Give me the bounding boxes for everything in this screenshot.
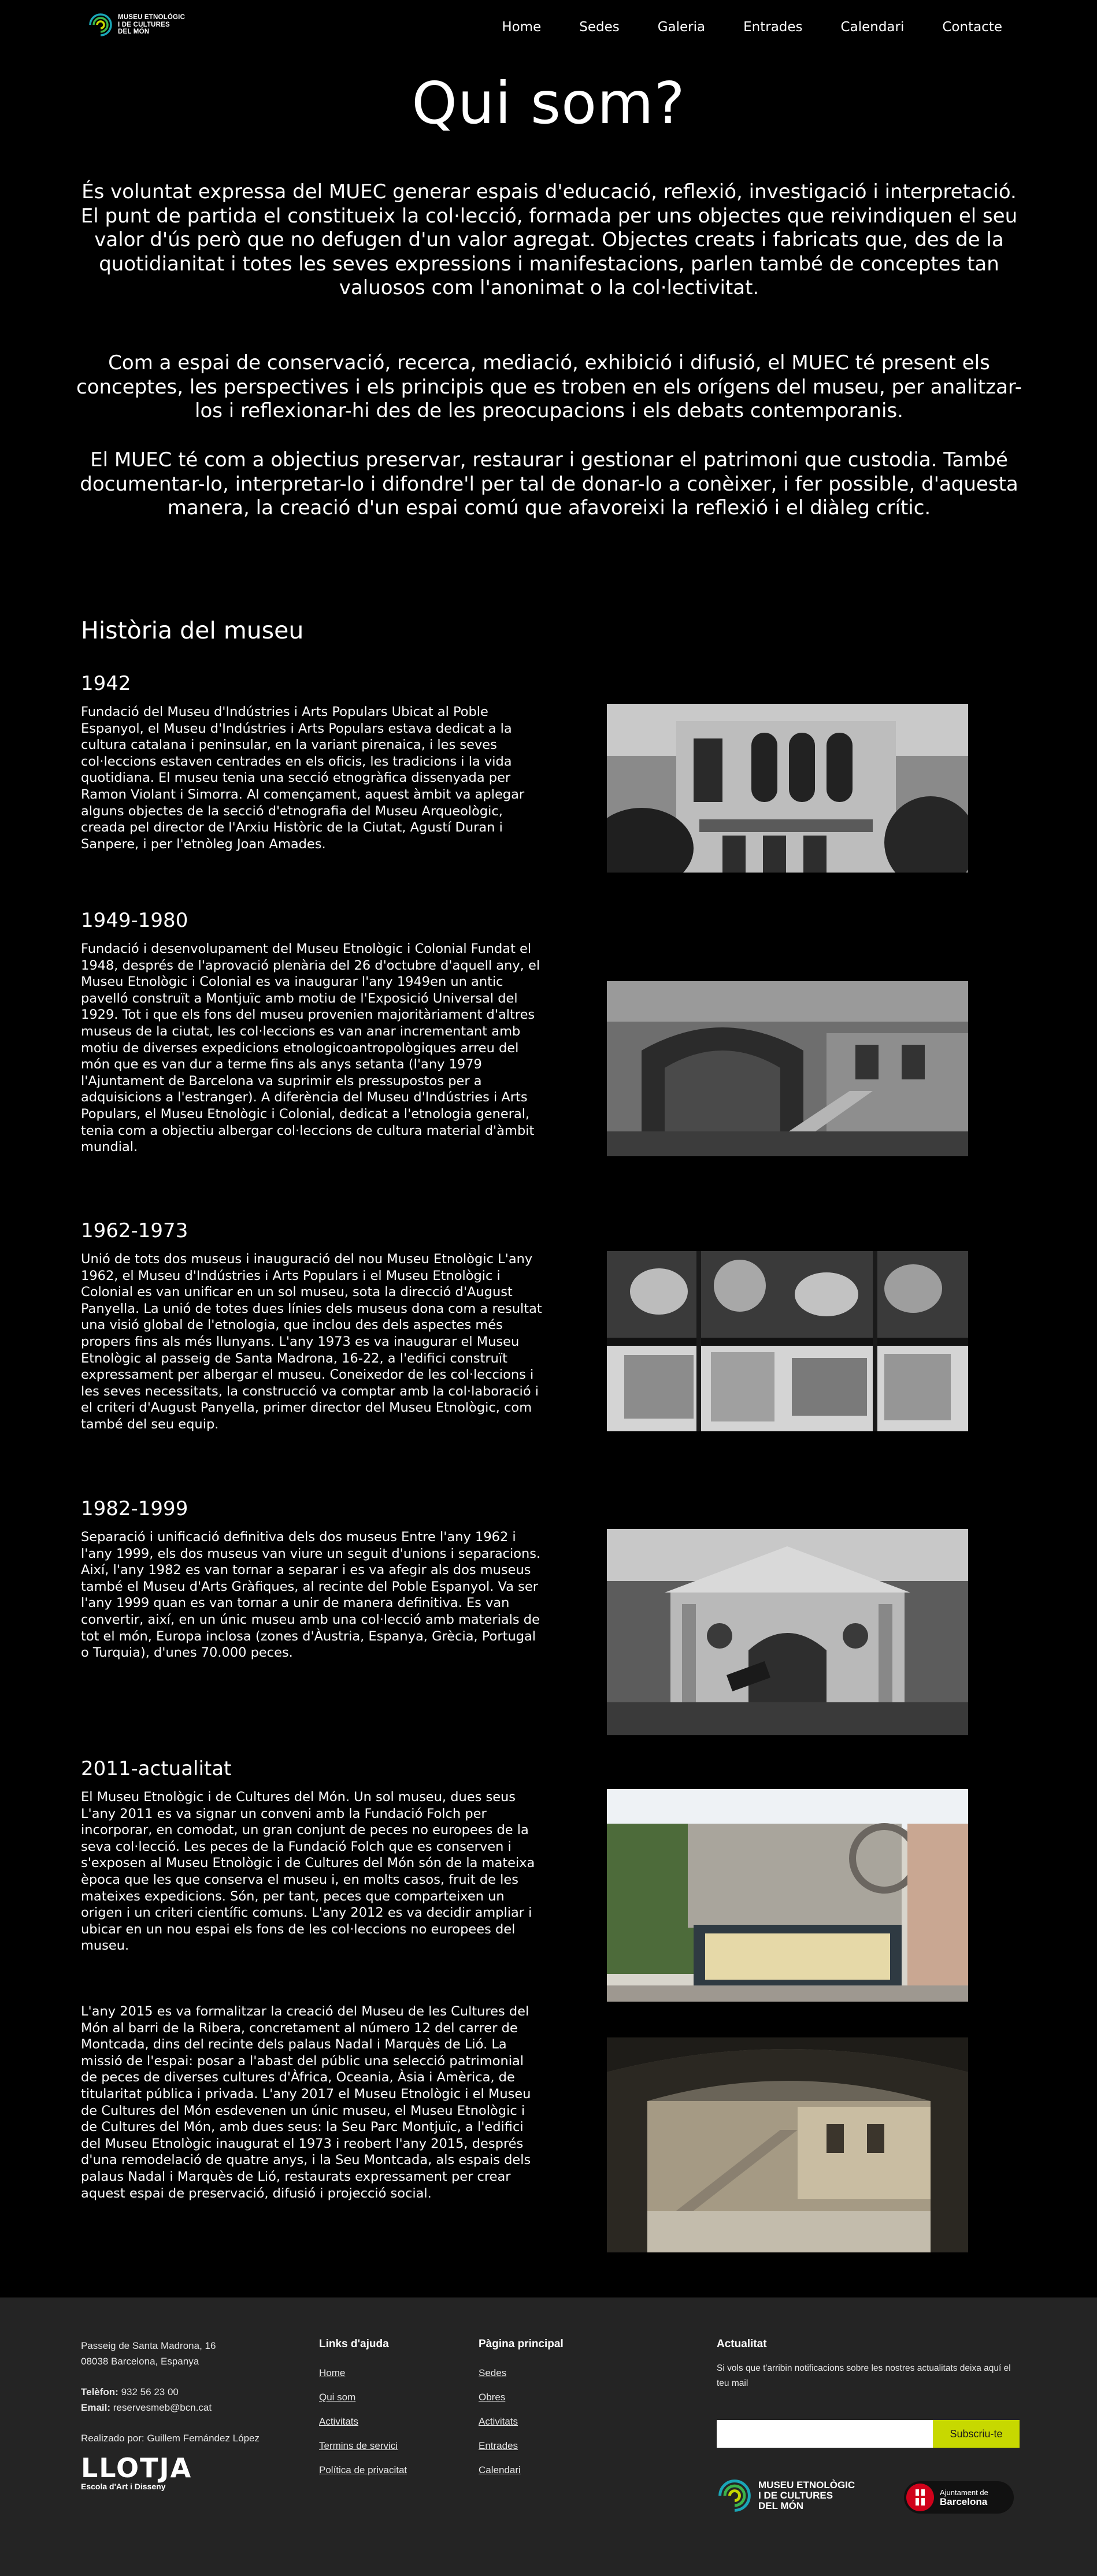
- city-logo-line: Barcelona: [940, 2496, 988, 2507]
- footer-link-qui-som[interactable]: Qui som: [319, 2385, 407, 2410]
- nav-calendari[interactable]: Calendari: [841, 19, 905, 35]
- era-title: 1982-1999: [81, 1497, 188, 1520]
- phone-number[interactable]: 932 56 23 00: [121, 2386, 179, 2397]
- era-text: Fundació del Museu d'Indústries i Arts P…: [81, 704, 525, 852]
- footer-link-activitats[interactable]: Activitats: [319, 2410, 407, 2434]
- footer-link-privacitat[interactable]: Política de privacitat: [319, 2458, 407, 2482]
- era-title: 1949-1980: [81, 909, 188, 932]
- page-title: Qui som?: [412, 69, 685, 137]
- intro-paragraph: Com a espai de conservació, recerca, med…: [76, 351, 1022, 422]
- era-title: 1962-1973: [81, 1219, 188, 1242]
- footer-link-home[interactable]: Home: [319, 2361, 407, 2385]
- news-heading: Actualitat: [717, 2338, 767, 2350]
- museum-1949-photo: [607, 981, 968, 1156]
- subscribe-form: Subscriu-te: [717, 2420, 1020, 2448]
- era-text: L'any 2015 es va formalitzar la creació …: [81, 2004, 531, 2201]
- footer-link-sedes[interactable]: Sedes: [479, 2361, 564, 2385]
- footer-help-links: Links d'ajuda Home Qui som Activitats Te…: [319, 2338, 407, 2482]
- footer-museum-logo-text: MUSEU ETNOLÒGIC I DE CULTURES DEL MÓN: [758, 2480, 855, 2511]
- llotja-logo[interactable]: LLOTJA Escola d'Art i Disseny: [81, 2454, 289, 2491]
- museum-montcada-photo: [607, 2037, 968, 2252]
- era-text: Fundació i desenvolupament del Museu Etn…: [81, 941, 540, 1155]
- museum-1982-photo: [607, 1529, 968, 1735]
- footer-link-activitats-main[interactable]: Activitats: [479, 2410, 564, 2434]
- era-text: Separació i unificació definitiva dels d…: [81, 1530, 541, 1661]
- museum-logo-icon: [718, 2480, 751, 2512]
- footer-link-obres[interactable]: Obres: [479, 2385, 564, 2410]
- main-heading: Pàgina principal: [479, 2338, 564, 2350]
- nav-sedes[interactable]: Sedes: [579, 19, 619, 35]
- help-heading: Links d'ajuda: [319, 2338, 389, 2350]
- era-text: El Museu Etnològic i de Cultures del Món…: [81, 1790, 535, 1954]
- phone-label: Telèfon:: [81, 2386, 118, 2397]
- logo-line: DEL MÓN: [758, 2500, 804, 2511]
- museum-1962-photo: [607, 1251, 968, 1431]
- ajuntament-logo[interactable]: Ajuntament de Barcelona: [904, 2481, 1014, 2514]
- footer-newsletter: Actualitat Si vols que t'arribin notific…: [717, 2338, 1020, 2391]
- footer-contact: Passeig de Santa Madrona, 16 08038 Barce…: [81, 2338, 289, 2491]
- credit-text: Realizado por: Guillem Fernández López: [81, 2433, 260, 2444]
- footer-link-calendari[interactable]: Calendari: [479, 2458, 564, 2482]
- footer-link-termins[interactable]: Termins de servici: [319, 2434, 407, 2458]
- news-text: Si vols que t'arribin notificacions sobr…: [717, 2363, 1011, 2388]
- intro-paragraph: El MUEC té com a objectius preservar, re…: [80, 448, 1018, 519]
- subscribe-button[interactable]: Subscriu-te: [933, 2420, 1020, 2448]
- era-text: Unió de tots dos museus i inauguració de…: [81, 1252, 542, 1432]
- intro-paragraph: És voluntat expressa del MUEC generar es…: [80, 180, 1018, 299]
- museum-logo[interactable]: MUSEU ETNOLÒGIC I DE CULTURES DEL MÓN: [88, 12, 185, 38]
- email-label: Email:: [81, 2402, 111, 2413]
- footer-museum-logo[interactable]: MUSEU ETNOLÒGIC I DE CULTURES DEL MÓN: [717, 2478, 855, 2514]
- main-nav: Home Sedes Galeria Entrades Calendari Co…: [464, 19, 1002, 35]
- logo-line: DEL MÓN: [118, 28, 150, 36]
- museum-logo-icon: [89, 13, 112, 36]
- museum-1942-photo: [607, 704, 968, 873]
- history-heading: Història del museu: [81, 617, 304, 644]
- address-line: 08038 Barcelona, Espanya: [81, 2356, 199, 2367]
- nav-entrades[interactable]: Entrades: [743, 19, 802, 35]
- logo-line: I DE CULTURES: [758, 2490, 833, 2501]
- barcelona-shield-icon: [906, 2484, 934, 2511]
- address-line: Passeig de Santa Madrona, 16: [81, 2340, 216, 2351]
- museum-logo-text: MUSEU ETNOLÒGIC I DE CULTURES DEL MÓN: [118, 14, 185, 36]
- nav-contacte[interactable]: Contacte: [942, 19, 1002, 35]
- logo-line: I DE CULTURES: [118, 21, 170, 28]
- newsletter-email-input[interactable]: [717, 2420, 933, 2448]
- logo-line: MUSEU ETNOLÒGIC: [758, 2480, 855, 2490]
- nav-home[interactable]: Home: [502, 19, 541, 35]
- museum-2011-photo: [607, 1789, 968, 2002]
- logo-line: MUSEU ETNOLÒGIC: [118, 14, 186, 21]
- era-title: 1942: [81, 672, 131, 695]
- footer-main-links: Pàgina principal Sedes Obres Activitats …: [479, 2338, 564, 2482]
- nav-galeria[interactable]: Galeria: [658, 19, 705, 35]
- email-address[interactable]: reservesmeb@bcn.cat: [113, 2402, 212, 2413]
- footer-link-entrades[interactable]: Entrades: [479, 2434, 564, 2458]
- llotja-logo-text: LLOTJA: [81, 2452, 192, 2484]
- era-title: 2011-actualitat: [81, 1757, 232, 1780]
- ajuntament-logo-text: Ajuntament de Barcelona: [940, 2488, 988, 2507]
- site-header: MUSEU ETNOLÒGIC I DE CULTURES DEL MÓN Ho…: [0, 0, 1097, 53]
